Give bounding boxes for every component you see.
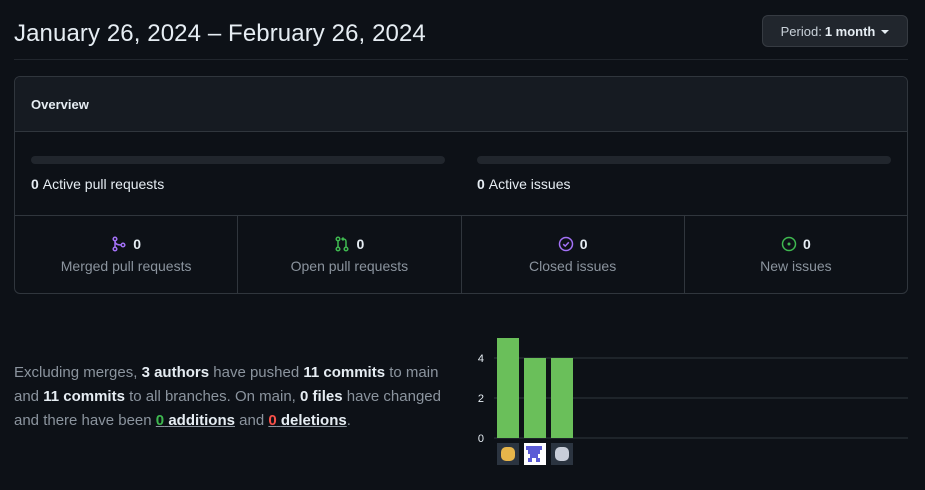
author-avatar[interactable] xyxy=(551,443,573,465)
additions-word: additions xyxy=(168,412,235,429)
period-dropdown-button[interactable]: Period: 1 month xyxy=(762,15,908,47)
deletions-count: 0 xyxy=(268,412,277,429)
issue-opened-icon xyxy=(781,236,797,252)
files-changed-count: 0 files xyxy=(300,388,343,405)
date-range-title: January 26, 2024 – February 26, 2024 xyxy=(14,20,426,47)
overview-counters: 0 Merged pull requests 0 Open pull reque… xyxy=(15,216,907,293)
summary-text-2: have pushed xyxy=(213,364,300,381)
y-tick-label: 4 xyxy=(478,353,484,365)
summary-and: and xyxy=(239,412,265,429)
authors-count: 3 authors xyxy=(141,364,210,381)
deletions-word: deletions xyxy=(280,412,347,429)
open-prs-count: 0 xyxy=(356,236,365,252)
closed-issues-cell[interactable]: 0 Closed issues xyxy=(462,216,685,293)
commits-by-author-chart: 0 2 4 xyxy=(470,330,910,470)
header-divider xyxy=(14,59,908,60)
commits-all-count: 11 commits xyxy=(43,388,125,405)
git-merge-icon xyxy=(112,236,126,252)
overview-title: Overview xyxy=(15,77,907,132)
commit-summary: Excluding merges, 3 authors have pushed … xyxy=(14,361,462,433)
new-issues-cell[interactable]: 0 New issues xyxy=(685,216,907,293)
git-pull-request-icon xyxy=(335,236,350,252)
new-issues-count: 0 xyxy=(802,236,811,252)
commit-bar[interactable] xyxy=(497,338,519,438)
y-tick-label: 2 xyxy=(478,393,484,405)
additions-count: 0 xyxy=(155,412,165,429)
summary-text-4: to all branches. On main, xyxy=(129,388,296,405)
new-issues-label: New issues xyxy=(760,258,832,274)
closed-issues-label: Closed issues xyxy=(529,258,617,274)
active-issues-progress-bar xyxy=(477,156,891,164)
commit-bar[interactable] xyxy=(551,358,573,438)
merged-prs-count: 0 xyxy=(133,236,142,252)
summary-period: . xyxy=(346,412,351,429)
active-prs-count: 0 xyxy=(31,176,39,192)
active-prs-column: 0 Active pull requests xyxy=(31,156,445,192)
active-issues-count: 0 xyxy=(477,176,485,192)
contributors-pulse-page: January 26, 2024 – February 26, 2024 Per… xyxy=(0,0,925,490)
period-prefix: Period: xyxy=(780,23,822,39)
author-avatar[interactable] xyxy=(497,443,519,465)
commits-chart-svg: 0 2 4 xyxy=(478,338,908,465)
issue-closed-icon xyxy=(558,236,573,252)
additions-link[interactable]: 0 additions xyxy=(156,412,235,429)
overview-box: Overview 0 Active pull requests 0 Active i… xyxy=(14,76,908,294)
summary-text-1: Excluding merges, xyxy=(14,364,138,381)
period-value: 1 month xyxy=(824,23,876,39)
active-issues-column: 0 Active issues xyxy=(477,156,891,192)
overview-active-section: 0 Active pull requests 0 Active issues xyxy=(15,132,907,216)
deletions-link[interactable]: 0 deletions xyxy=(268,412,346,429)
active-issues-stat[interactable]: 0 Active issues xyxy=(477,176,891,192)
active-issues-label: Active issues xyxy=(488,176,571,192)
merged-prs-cell[interactable]: 0 Merged pull requests xyxy=(15,216,239,293)
y-tick-label: 0 xyxy=(478,433,484,445)
closed-issues-count: 0 xyxy=(579,236,588,252)
commits-main-count: 11 commits xyxy=(303,364,386,381)
active-prs-label: Active pull requests xyxy=(42,176,165,192)
active-prs-progress-bar xyxy=(31,156,445,164)
open-prs-label: Open pull requests xyxy=(290,258,409,274)
author-avatar[interactable] xyxy=(524,443,546,465)
open-prs-cell[interactable]: 0 Open pull requests xyxy=(238,216,462,293)
merged-prs-label: Merged pull requests xyxy=(60,258,192,274)
page-header: January 26, 2024 – February 26, 2024 Per… xyxy=(0,0,925,60)
caret-down-icon xyxy=(881,29,890,34)
active-prs-stat[interactable]: 0 Active pull requests xyxy=(31,176,445,192)
commit-bar[interactable] xyxy=(524,358,546,438)
